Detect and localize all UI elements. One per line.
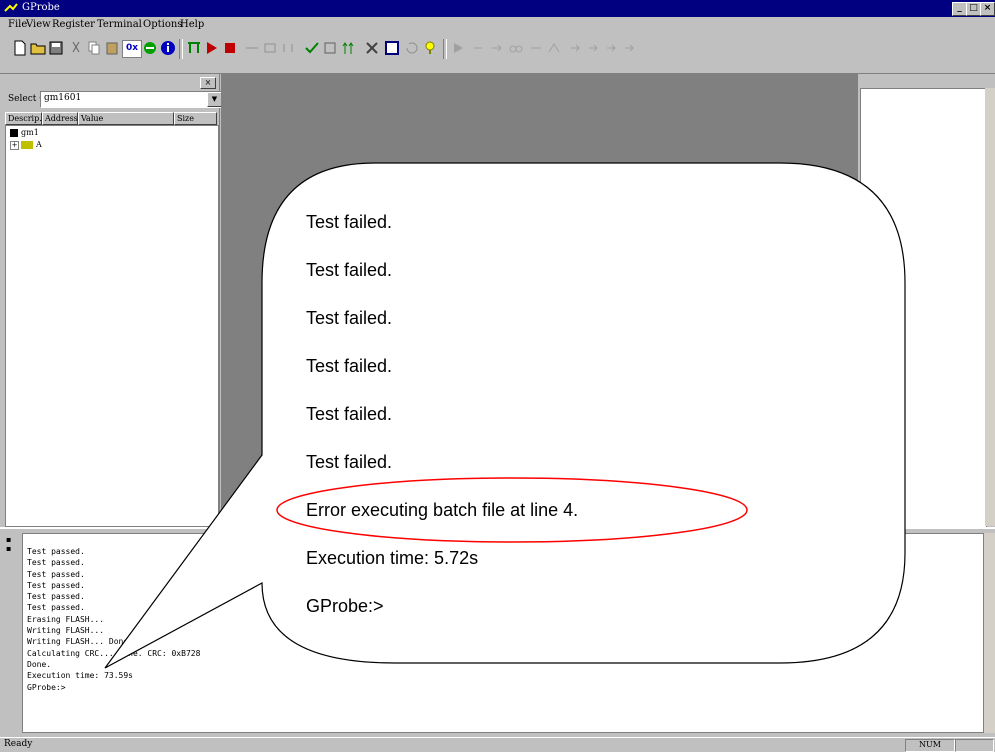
chip-icon [10,129,18,137]
terminal-prompt: GProbe:> [27,682,66,692]
chip-select[interactable]: gm1601 ▼ [40,91,223,108]
hex-toggle-button[interactable]: 0x [122,40,142,58]
menu-help[interactable]: Help [180,19,204,30]
connect-icon[interactable] [186,40,202,56]
chevron-down-icon[interactable]: ▼ [207,92,222,107]
find-icon[interactable] [508,40,524,56]
tree-item-a[interactable]: + A [10,140,42,150]
toolbar: 0x [0,34,995,74]
bookmark-icon[interactable] [568,40,584,56]
bookmark-next-icon[interactable] [586,40,602,56]
step-icon[interactable] [244,40,260,56]
terminal-line: Writing FLASH... Done. [27,637,133,647]
terminal-line: Done. [27,659,52,669]
bookmark-clear-icon[interactable] [622,40,638,56]
callout-line: Test failed. [306,452,393,472]
find-next-icon[interactable] [528,40,544,56]
terminal-line: Test passed. [27,547,85,556]
bookmark-prev-icon[interactable] [604,40,620,56]
gprobe-app-icon [4,3,18,12]
verify-icon[interactable] [322,40,338,56]
vertical-scrollbar[interactable] [985,88,995,526]
status-pane [955,739,994,752]
tree-item-label: A [36,140,42,149]
terminal-line: Writing FLASH... [27,626,105,636]
window-icon[interactable] [384,40,400,56]
close-button[interactable]: × [980,2,995,16]
status-bar: Ready NUM [0,737,995,752]
tree-item-root[interactable]: gm1 [10,128,39,137]
replace-icon[interactable] [546,40,562,56]
check-icon[interactable] [304,40,320,56]
terminal-line: Test passed. [27,569,85,579]
expand-icon[interactable]: + [10,140,19,150]
reload-icon[interactable] [404,40,420,56]
stop-icon[interactable] [222,40,238,56]
new-file-icon[interactable] [12,40,28,56]
toolbar-separator [443,39,447,59]
panel-close-button[interactable]: × [200,77,216,89]
menu-options[interactable]: Options [143,19,182,30]
redo-icon[interactable] [488,40,504,56]
register-table-header: Descrip... Address Value Size [5,112,217,125]
callout-error-line: Error executing batch file at line 4. [306,500,579,520]
folder-icon [21,141,33,149]
step-over-icon[interactable] [262,40,278,56]
terminal-line: Test passed. [27,580,85,590]
save-icon[interactable] [48,40,64,56]
num-lock-indicator: NUM [905,739,955,752]
callout-line: Test failed. [306,308,393,328]
title-bar: GProbe _ □ × [0,0,995,17]
maximize-button[interactable]: □ [966,2,981,16]
menu-bar: File View Register Terminal Options Help [0,17,995,34]
terminal-line: Execution time: 73.59s [27,671,133,681]
open-folder-icon[interactable] [30,40,46,56]
callout-line: Execution time: 5.72s [306,548,479,568]
run-icon[interactable] [204,40,220,56]
undo-icon[interactable] [470,40,486,56]
vertical-scrollbar[interactable] [983,533,995,733]
callout-line: Test failed. [306,260,393,280]
menu-view[interactable]: View [26,19,51,30]
terminal-line: Test passed. [27,592,85,602]
terminal-line: Test passed. [27,603,85,613]
terminal-line: Calculating CRC... Done. CRC: 0xB728 [27,648,201,658]
cut-icon[interactable] [68,40,84,56]
menu-register[interactable]: Register [52,19,95,30]
right-panel-content [860,88,987,528]
info-icon[interactable] [160,40,176,56]
probe-icon[interactable] [142,40,158,56]
chip-select-value: gm1601 [44,93,82,103]
menu-terminal[interactable]: Terminal [97,19,142,30]
play-icon[interactable] [450,40,466,56]
terminal-output[interactable]: Test passed. Test passed. Test passed. T… [22,533,984,733]
menu-file[interactable]: File [8,19,27,30]
terminal-line: Erasing FLASH... [27,614,105,624]
status-text: Ready [4,739,33,749]
step-out-icon[interactable] [280,40,296,56]
delete-icon[interactable] [364,40,380,56]
callout-line: Test failed. [306,404,393,424]
column-header-value[interactable]: Value [78,112,174,125]
callout-line: Test failed. [306,356,393,376]
callout-line: Test failed. [306,212,393,232]
column-header-description[interactable]: Descrip... [5,112,47,125]
callout-prompt: GProbe:> [306,596,384,616]
register-panel: × Select Chip gm1601 ▼ Descrip... Addres… [0,74,223,527]
paste-icon[interactable] [104,40,120,56]
terminal-line: Test passed. [27,558,85,568]
tree-item-label: gm1 [21,128,39,137]
panel-grip-icon[interactable]: ▪ ▪ [6,535,16,559]
help-icon[interactable] [422,40,438,56]
window-title: GProbe [22,2,60,13]
upload-icon[interactable] [340,40,356,56]
right-panel [858,74,995,528]
column-header-size[interactable]: Size [174,112,217,125]
minimize-button[interactable]: _ [952,2,967,16]
toolbar-separator [179,39,183,59]
column-header-address[interactable]: Address [42,112,78,125]
register-tree: gm1 + A [5,125,219,527]
copy-icon[interactable] [86,40,102,56]
terminal-panel: ▪ ▪ Test passed. Test passed. Test passed… [0,527,995,737]
